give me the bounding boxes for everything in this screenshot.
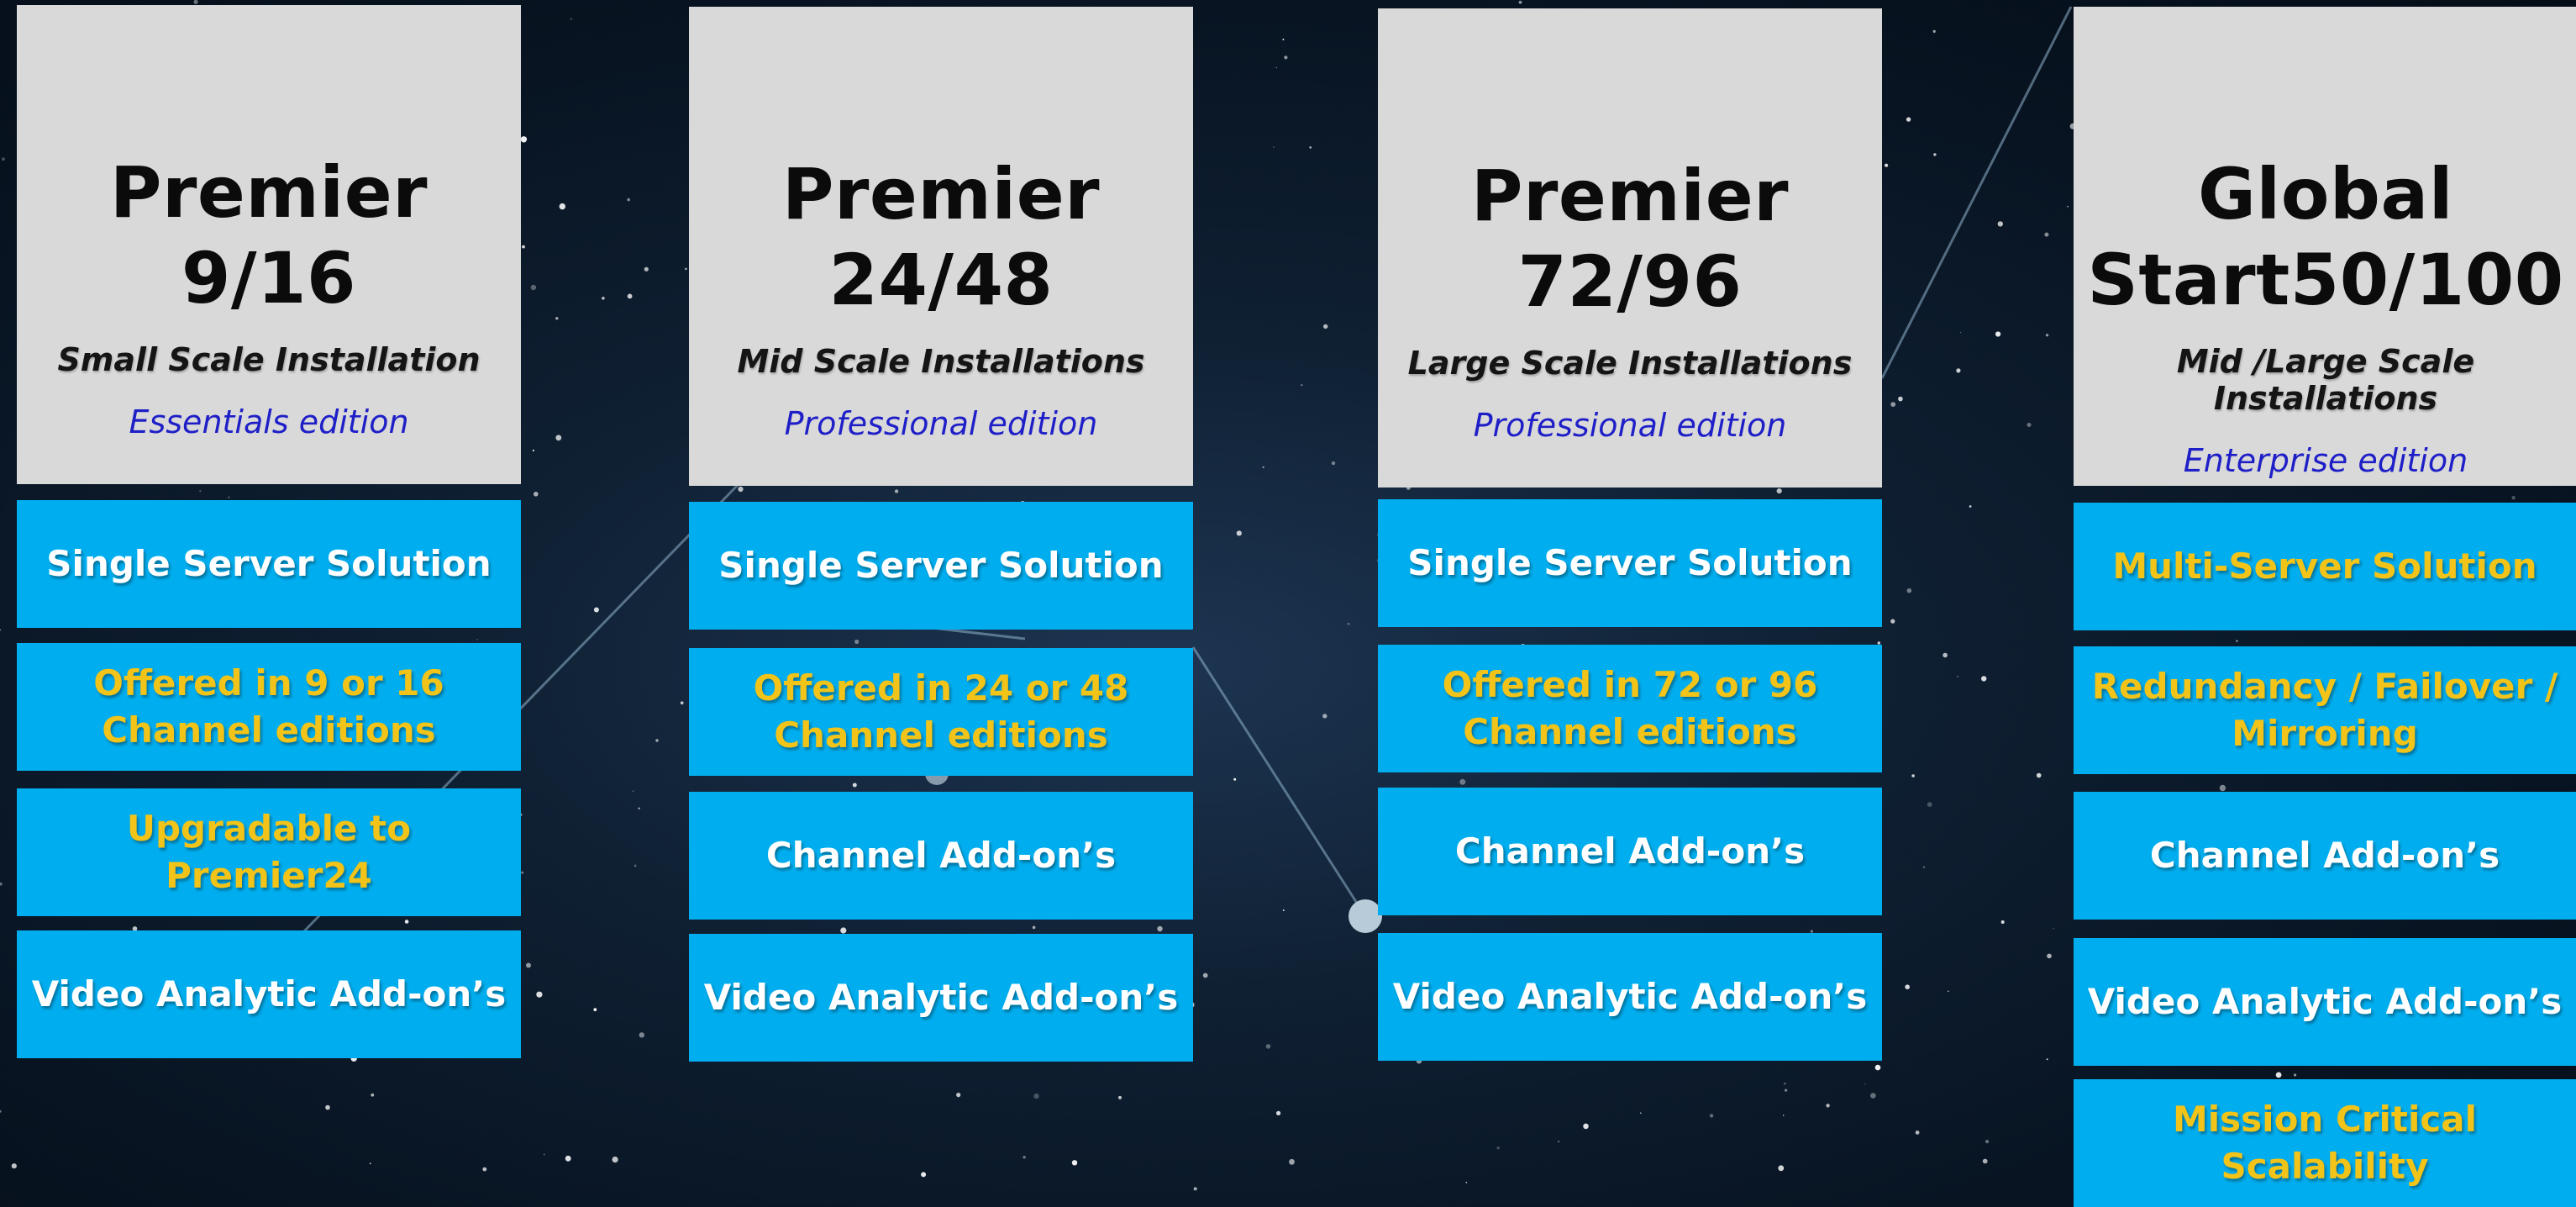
feature-box: Video Analytic Add-on’s bbox=[17, 930, 521, 1058]
feature-box: Channel Add-on’s bbox=[689, 792, 1193, 920]
edition-label: Enterprise edition bbox=[2183, 442, 2468, 479]
edition-label: Professional edition bbox=[1473, 407, 1787, 444]
edition-label: Professional edition bbox=[784, 405, 1098, 442]
feature-box: Single Server Solution bbox=[689, 502, 1193, 630]
feature-box: Single Server Solution bbox=[17, 500, 521, 628]
product-title: Global Start50/100 bbox=[2087, 153, 2564, 321]
feature-box: Offered in 24 or 48 Channel editions bbox=[689, 648, 1193, 776]
feature-box: Mission Critical Scalability bbox=[2074, 1079, 2576, 1207]
feature-box: Video Analytic Add-on’s bbox=[689, 934, 1193, 1062]
product-header-card: Premier 24/48 Mid Scale Installations Prof… bbox=[689, 7, 1193, 486]
feature-box: Redundancy / Failover / Mirroring bbox=[2074, 646, 2576, 774]
installation-scale: Large Scale Installations bbox=[1407, 345, 1853, 382]
feature-box: Multi-Server Solution bbox=[2074, 503, 2576, 630]
product-header-card: Premier 72/96 Large Scale Installations Pr… bbox=[1378, 8, 1882, 488]
feature-box: Upgradable to Premier24 bbox=[17, 788, 521, 916]
feature-box: Video Analytic Add-on’s bbox=[2074, 938, 2576, 1066]
feature-box: Channel Add-on’s bbox=[1378, 788, 1882, 915]
product-header-card: Global Start50/100 Mid /Large Scale Insta… bbox=[2074, 7, 2576, 486]
installation-scale: Mid /Large Scale Installations bbox=[2176, 343, 2475, 417]
installation-scale: Mid Scale Installations bbox=[737, 343, 1145, 380]
feature-box: Channel Add-on’s bbox=[2074, 792, 2576, 920]
installation-scale: Small Scale Installation bbox=[57, 341, 481, 378]
product-title: Premier 72/96 bbox=[1470, 155, 1790, 323]
product-title: Premier 24/48 bbox=[781, 153, 1101, 321]
product-title: Premier 9/16 bbox=[109, 151, 428, 319]
feature-box: Video Analytic Add-on’s bbox=[1378, 933, 1882, 1061]
feature-box: Offered in 72 or 96 Channel editions bbox=[1378, 645, 1882, 772]
feature-box: Single Server Solution bbox=[1378, 499, 1882, 627]
product-header-card: Premier 9/16 Small Scale Installation Esse… bbox=[17, 5, 521, 484]
edition-label: Essentials edition bbox=[129, 403, 409, 440]
feature-box: Offered in 9 or 16 Channel editions bbox=[17, 643, 521, 771]
